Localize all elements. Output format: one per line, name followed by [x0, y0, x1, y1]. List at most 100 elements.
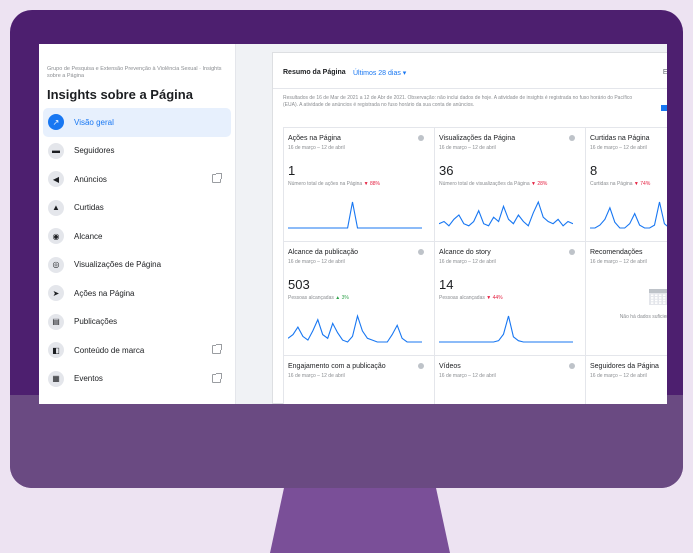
- monitor-chin: [10, 395, 683, 488]
- main-content: Resumo da Página Últimos 28 dias ▾ Ex Re…: [236, 44, 667, 404]
- breadcrumb[interactable]: Grupo de Pesquisa e Extensão Prevenção à…: [47, 66, 227, 80]
- sidebar-item-label: Visualizações de Página: [74, 260, 162, 270]
- info-icon[interactable]: [569, 249, 575, 255]
- sidebar-item-9[interactable]: ◧ Conteúdo de marca: [43, 336, 231, 365]
- sidebar-item-10[interactable]: ▦ Eventos: [43, 365, 231, 394]
- illustration: Grupo de Pesquisa e Extensão Prevenção à…: [0, 0, 693, 553]
- overview-icon: ↗: [48, 114, 64, 131]
- monitor-frame: Grupo de Pesquisa e Extensão Prevenção à…: [10, 10, 683, 488]
- card-title: Engajamento com a publicação: [288, 363, 386, 370]
- metric-card[interactable]: Engajamento com a publicação 16 de março …: [283, 355, 434, 404]
- card-date: 16 de março – 12 de abril: [590, 373, 647, 379]
- calendar-icon: [649, 289, 667, 305]
- sidebar-nav: ↗ Visão geral ▬ Seguidores ◀ Anúncios ▲ Curtida…: [43, 108, 231, 393]
- card-value: 8: [590, 163, 598, 178]
- sparkline-series: [439, 200, 573, 227]
- info-icon[interactable]: [418, 249, 424, 255]
- sidebar-item-8[interactable]: ▤ Publicações: [43, 308, 231, 337]
- card-title: Recomendações: [590, 249, 643, 256]
- metric-card[interactable]: Vídeos 16 de março – 12 de abril: [434, 355, 585, 404]
- trend-badge: ▼ 74%: [633, 181, 651, 187]
- card-date: 16 de março – 12 de abril: [590, 145, 647, 151]
- card-date: 16 de março – 12 de abril: [439, 145, 496, 151]
- info-icon[interactable]: [418, 135, 424, 141]
- card-title: Visualizações da Página: [439, 135, 516, 142]
- sidebar-item-3[interactable]: ◀ Anúncios: [43, 165, 231, 194]
- screen: Grupo de Pesquisa e Extensão Prevenção à…: [39, 44, 667, 404]
- sidebar: Grupo de Pesquisa e Extensão Prevenção à…: [39, 44, 235, 404]
- info-icon[interactable]: [418, 363, 424, 369]
- sparkline-chart: [590, 201, 667, 229]
- trend-badge: ▼ 88%: [363, 181, 380, 187]
- page-title: Insights sobre a Página: [47, 87, 193, 102]
- note-text: Número total de ações na Página: [288, 181, 363, 187]
- cursor-icon: ➤: [48, 285, 64, 302]
- branded-content-icon: ◧: [48, 342, 64, 359]
- card-note: Curtidas na Página ▼ 74%: [590, 181, 667, 188]
- eye-icon: ◎: [48, 256, 64, 273]
- trend-badge: ▼ 44%: [486, 295, 503, 301]
- sidebar-item-label: Seguidores: [74, 146, 115, 156]
- sidebar-item-5[interactable]: ◉ Alcance: [43, 222, 231, 251]
- empty-state-text: Não há dados suficientes para o período …: [619, 314, 667, 320]
- sparkline-series: [288, 201, 422, 229]
- metric-card[interactable]: Alcance do story 16 de março – 12 de abri…: [434, 241, 585, 355]
- sidebar-item-label: Curtidas: [74, 203, 104, 213]
- card-note: Número total de ações na Página ▼ 88%: [288, 181, 426, 188]
- info-icon[interactable]: [569, 135, 575, 141]
- sidebar-item-label: Publicações: [74, 317, 118, 327]
- card-title: Vídeos: [439, 363, 461, 370]
- metric-card[interactable]: Curtidas na Página 16 de março – 12 de ab…: [585, 127, 667, 241]
- results-notice: Resultados de 16 de Mar de 2021 a 12 de …: [283, 95, 633, 108]
- card-date: 16 de março – 12 de abril: [439, 259, 496, 265]
- card-note: Número total de visualizações da Página …: [439, 181, 577, 188]
- sparkline-chart: [439, 200, 573, 227]
- reach-icon: ◉: [48, 228, 64, 245]
- card-note: Pessoas alcançadas ▲ 3%: [288, 295, 426, 302]
- external-link-icon[interactable]: [212, 344, 222, 354]
- card-value: 14: [439, 277, 454, 292]
- card-value: 503: [288, 277, 310, 292]
- sparkline-chart: [288, 201, 422, 229]
- metric-card[interactable]: Visualizações da Página 16 de março – 12 …: [434, 127, 585, 241]
- external-link-icon[interactable]: [212, 173, 222, 183]
- card-title: Alcance da publicação: [288, 249, 359, 256]
- metric-card[interactable]: Seguidores da Página 16 de março – 12 de …: [585, 355, 667, 404]
- trend-badge: ▲ 3%: [335, 295, 349, 301]
- sidebar-item-2[interactable]: ▬ Seguidores: [43, 137, 231, 166]
- card-date: 16 de março – 12 de abril: [590, 259, 647, 265]
- sidebar-item-7[interactable]: ➤ Ações na Página: [43, 279, 231, 308]
- info-icon: [661, 105, 667, 111]
- megaphone-icon: ◀: [48, 171, 64, 188]
- note-text: Pessoas alcançadas: [439, 295, 485, 301]
- posts-icon: ▤: [48, 313, 64, 330]
- metric-card[interactable]: Recomendações 16 de março – 12 de abril Nã…: [585, 241, 667, 355]
- calendar-icon: ▦: [48, 370, 64, 387]
- sidebar-item-1[interactable]: ↗ Visão geral: [43, 108, 231, 137]
- sparkline-series: [288, 314, 422, 343]
- export-button[interactable]: Ex: [663, 69, 667, 76]
- sparkline-series: [590, 201, 667, 229]
- date-range-dropdown[interactable]: Últimos 28 dias ▾: [353, 69, 406, 77]
- card-date: 16 de março – 12 de abril: [288, 259, 345, 265]
- card-note: Pessoas alcançadas ▼ 44%: [439, 295, 577, 302]
- card-date: 16 de março – 12 de abril: [439, 373, 496, 379]
- card-title: Curtidas na Página: [590, 135, 650, 142]
- summary-header: Resumo da Página Últimos 28 dias ▾ Ex: [273, 53, 667, 89]
- metric-card[interactable]: Alcance da publicação 16 de março – 12 de…: [283, 241, 434, 355]
- sidebar-item-label: Conteúdo de marca: [74, 345, 145, 355]
- info-icon[interactable]: [569, 363, 575, 369]
- sidebar-item-label: Anúncios: [74, 174, 107, 184]
- metric-card[interactable]: Ações na Página 16 de março – 12 de abril…: [283, 127, 434, 241]
- card-value: 1: [288, 163, 296, 178]
- card-title: Alcance do story: [439, 249, 491, 256]
- sidebar-item-label: Eventos: [74, 374, 103, 384]
- sidebar-item-label: Alcance: [74, 231, 103, 241]
- sidebar-item-6[interactable]: ◎ Visualizações de Página: [43, 251, 231, 280]
- external-link-icon[interactable]: [212, 372, 222, 383]
- card-date: 16 de março – 12 de abril: [288, 145, 345, 151]
- sidebar-item-4[interactable]: ▲ Curtidas: [43, 194, 231, 223]
- thumbs-up-icon: ▲: [48, 199, 64, 216]
- sparkline-chart: [288, 314, 422, 343]
- summary-panel: Resumo da Página Últimos 28 dias ▾ Ex Re…: [272, 52, 667, 404]
